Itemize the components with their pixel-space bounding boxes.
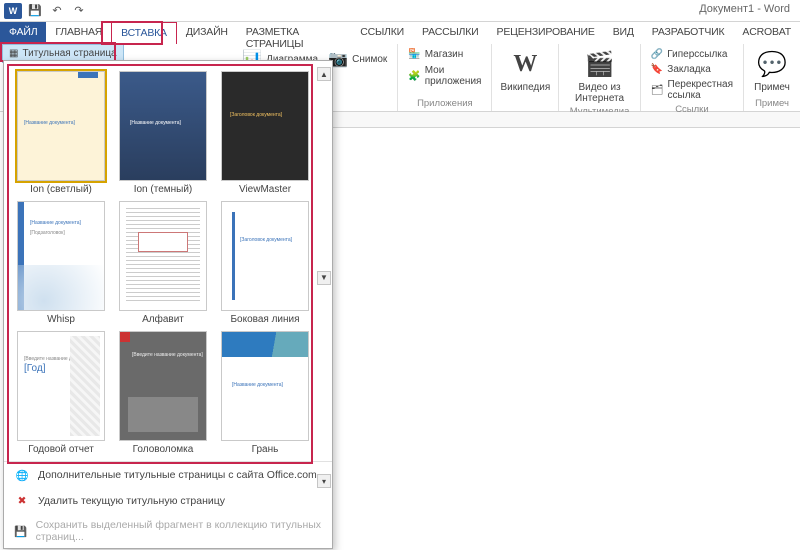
group-links: 🔗Гиперссылка 🔖Закладка 🗂Перекрестная ссы…: [641, 44, 744, 111]
tab-file[interactable]: ФАЙЛ: [0, 22, 46, 44]
gallery-item-facet[interactable]: [Название документа] Грань: [218, 331, 312, 455]
tab-design[interactable]: ДИЗАЙН: [177, 22, 237, 44]
gallery-item-whisp[interactable]: [Название документа][Подзаголовок] Whisp: [14, 201, 108, 325]
gallery-item-alphabet[interactable]: Алфавит: [116, 201, 210, 325]
save-button[interactable]: 💾: [26, 2, 44, 20]
wikipedia-button[interactable]: W Википедия: [500, 48, 550, 93]
title-bar: W 💾 ↶ ↷ Документ1 - Word: [0, 0, 800, 22]
word-app-icon: W: [4, 3, 22, 19]
tab-home[interactable]: ГЛАВНАЯ: [46, 22, 111, 44]
group-comments: 💬 Примеч Примеч: [744, 44, 800, 111]
group-wikipedia: W Википедия: [492, 44, 559, 111]
store-button[interactable]: 🏪Магазин: [406, 48, 465, 61]
remove-cover-page-button[interactable]: ✖ Удалить текущую титульную страницу: [4, 488, 332, 514]
more-from-office-button[interactable]: 🌐 Дополнительные титульные страницы с са…: [4, 462, 332, 488]
save-selection-button: 💾 Сохранить выделенный фрагмент в коллек…: [4, 514, 332, 548]
online-video-button[interactable]: 🎬 Видео из Интернета: [567, 48, 632, 104]
undo-button[interactable]: ↶: [48, 2, 66, 20]
hyperlink-button[interactable]: 🔗Гиперссылка: [649, 48, 730, 61]
gallery-item-ion-dark[interactable]: [Название документа] Ion (темный): [116, 71, 210, 195]
scroll-up-button[interactable]: ▲: [317, 67, 331, 81]
tab-acrobat[interactable]: ACROBAT: [733, 22, 800, 44]
gallery-item-puzzle[interactable]: [Введите название документа] Головоломка: [116, 331, 210, 455]
cover-page-gallery: [Название документа] Ion (светлый) [Назв…: [3, 60, 333, 549]
tab-developer[interactable]: РАЗРАБОТЧИК: [643, 22, 734, 44]
group-label: Примеч: [752, 96, 792, 109]
gallery-item-viewmaster[interactable]: [Заголовок документа] ViewMaster: [218, 71, 312, 195]
expand-gallery-button[interactable]: ▾: [317, 474, 331, 488]
bookmark-icon: 🔖: [651, 64, 663, 75]
tab-insert[interactable]: ВСТАВКА: [111, 22, 177, 44]
apps-icon: 🧩: [408, 71, 420, 82]
gallery-item-annual-report[interactable]: [Введите название документа][Год] Годово…: [14, 331, 108, 455]
tab-review[interactable]: РЕЦЕНЗИРОВАНИЕ: [488, 22, 604, 44]
gallery-item-ion-light[interactable]: [Название документа] Ion (светлый): [14, 71, 108, 195]
comment-icon: 💬: [756, 48, 788, 80]
wikipedia-icon: W: [509, 48, 541, 80]
link-icon: 🔗: [651, 49, 663, 60]
gallery-scrollbar: ▲ ▼ ▾: [316, 67, 332, 488]
tab-mailings[interactable]: РАССЫЛКИ: [413, 22, 488, 44]
tab-layout[interactable]: РАЗМЕТКА СТРАНИЦЫ: [237, 22, 351, 44]
quick-access-toolbar: W 💾 ↶ ↷: [0, 2, 88, 20]
gallery-thumbnails: [Название документа] Ion (светлый) [Назв…: [4, 61, 332, 461]
crossref-icon: 🗂: [651, 85, 664, 96]
group-label: Приложения: [406, 96, 483, 109]
page-icon: ▦: [9, 48, 18, 59]
scroll-down-button[interactable]: ▼: [317, 271, 331, 285]
store-icon: 🏪: [408, 49, 420, 60]
group-media: 🎬 Видео из Интернета Мультимедиа: [559, 44, 641, 111]
office-icon: 🌐: [14, 467, 30, 483]
video-icon: 🎬: [584, 48, 616, 80]
bookmark-button[interactable]: 🔖Закладка: [649, 63, 713, 76]
screenshot-button[interactable]: 📷Снимок: [326, 48, 389, 70]
tab-references[interactable]: ССЫЛКИ: [351, 22, 413, 44]
tab-view[interactable]: ВИД: [604, 22, 643, 44]
cross-ref-button[interactable]: 🗂Перекрестная ссылка: [649, 78, 735, 102]
redo-button[interactable]: ↷: [70, 2, 88, 20]
group-apps: 🏪Магазин 🧩Мои приложения Приложения: [398, 44, 492, 111]
save-selection-icon: 💾: [14, 523, 28, 539]
document-title: Документ1 - Word: [699, 3, 790, 15]
my-apps-button[interactable]: 🧩Мои приложения: [406, 64, 483, 88]
gallery-item-sideline[interactable]: [Заголовок документа] Боковая линия: [218, 201, 312, 325]
ribbon-tabs: ФАЙЛ ГЛАВНАЯ ВСТАВКА ДИЗАЙН РАЗМЕТКА СТР…: [0, 22, 800, 44]
comment-button[interactable]: 💬 Примеч: [752, 48, 792, 93]
delete-icon: ✖: [14, 493, 30, 509]
cover-page-label: Титульная страница: [22, 48, 116, 59]
gallery-footer: 🌐 Дополнительные титульные страницы с са…: [4, 461, 332, 548]
